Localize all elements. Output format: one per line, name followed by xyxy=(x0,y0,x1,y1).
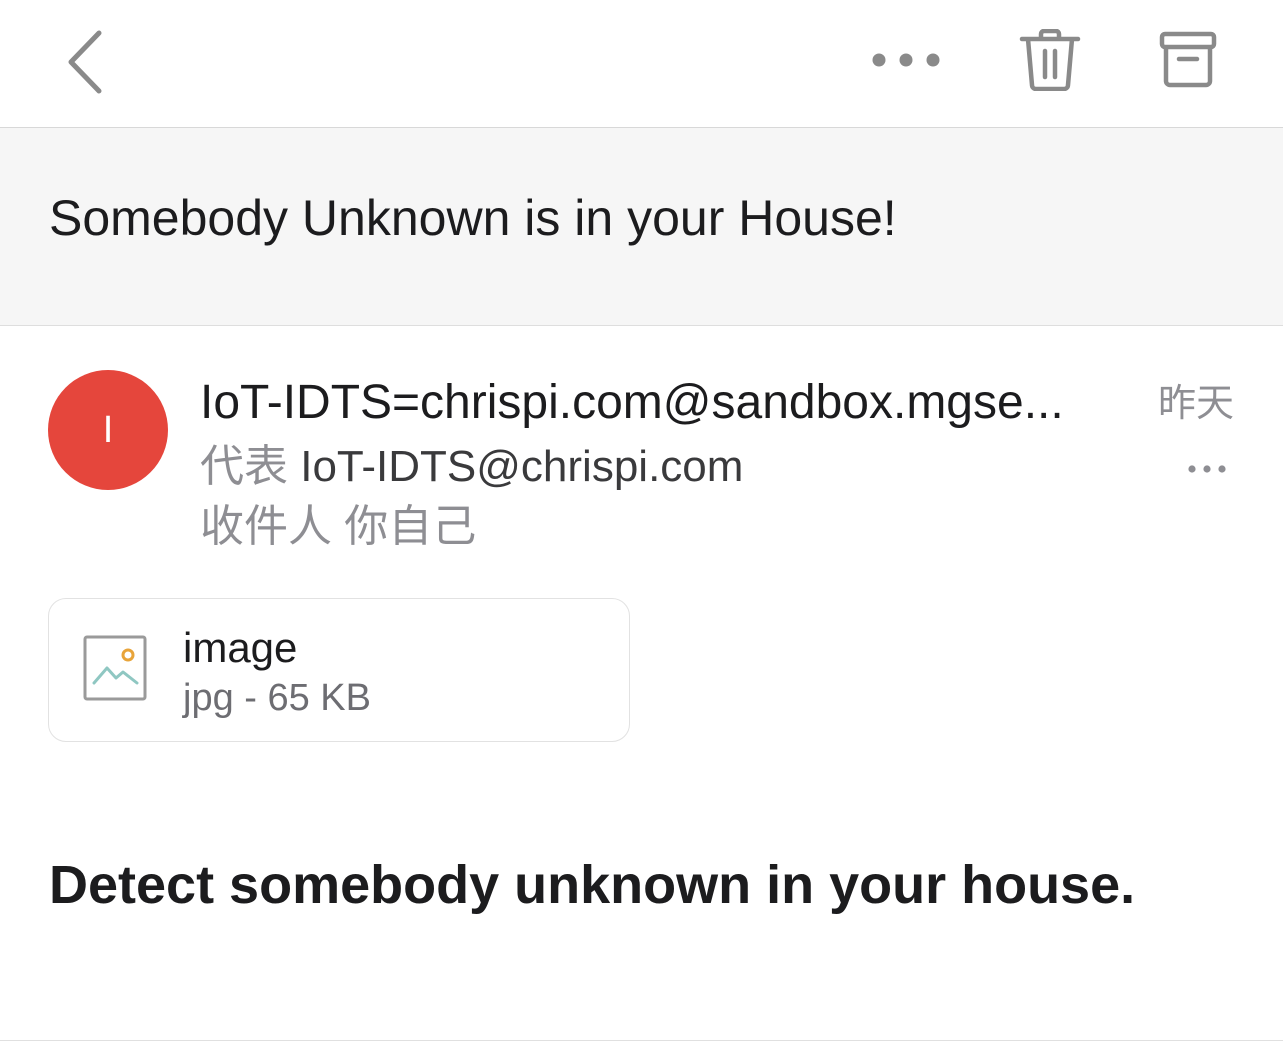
chevron-left-icon xyxy=(68,30,102,94)
recipient-line[interactable]: 收件人 你自己 xyxy=(200,500,800,554)
sender-avatar[interactable]: I xyxy=(48,370,168,490)
message-more-button[interactable] xyxy=(1180,454,1234,484)
top-toolbar xyxy=(0,0,1283,128)
email-body: Detect somebody unknown in your house. xyxy=(49,855,1136,915)
subject-bar: Somebody Unknown is in your House! xyxy=(0,128,1283,326)
received-time: 昨天 xyxy=(1157,383,1234,425)
more-options-button[interactable] xyxy=(862,30,950,90)
archive-button[interactable] xyxy=(1148,22,1228,98)
on-behalf-prefix: 代表 xyxy=(200,442,288,491)
attachment-meta: jpg - 65 KB xyxy=(183,677,371,719)
back-button[interactable] xyxy=(50,20,120,104)
on-behalf-of: 代表 IoT-IDTS@chrispi.com xyxy=(200,440,1140,494)
trash-icon xyxy=(1019,29,1081,91)
email-subject: Somebody Unknown is in your House! xyxy=(49,190,897,246)
image-file-icon xyxy=(83,635,147,701)
attachment-name: image xyxy=(183,624,298,671)
more-horizontal-icon xyxy=(1188,465,1226,473)
on-behalf-address[interactable]: IoT-IDTS@chrispi.com xyxy=(300,442,743,491)
avatar-letter: I xyxy=(102,409,114,451)
sender-address[interactable]: IoT-IDTS=chrispi.com@sandbox.mgse... xyxy=(200,374,1120,432)
archive-box-icon xyxy=(1159,31,1217,88)
attachment-card[interactable]: image jpg - 65 KB xyxy=(48,598,630,742)
delete-button[interactable] xyxy=(1010,22,1090,98)
divider xyxy=(0,1040,1283,1041)
more-horizontal-icon xyxy=(872,53,940,67)
